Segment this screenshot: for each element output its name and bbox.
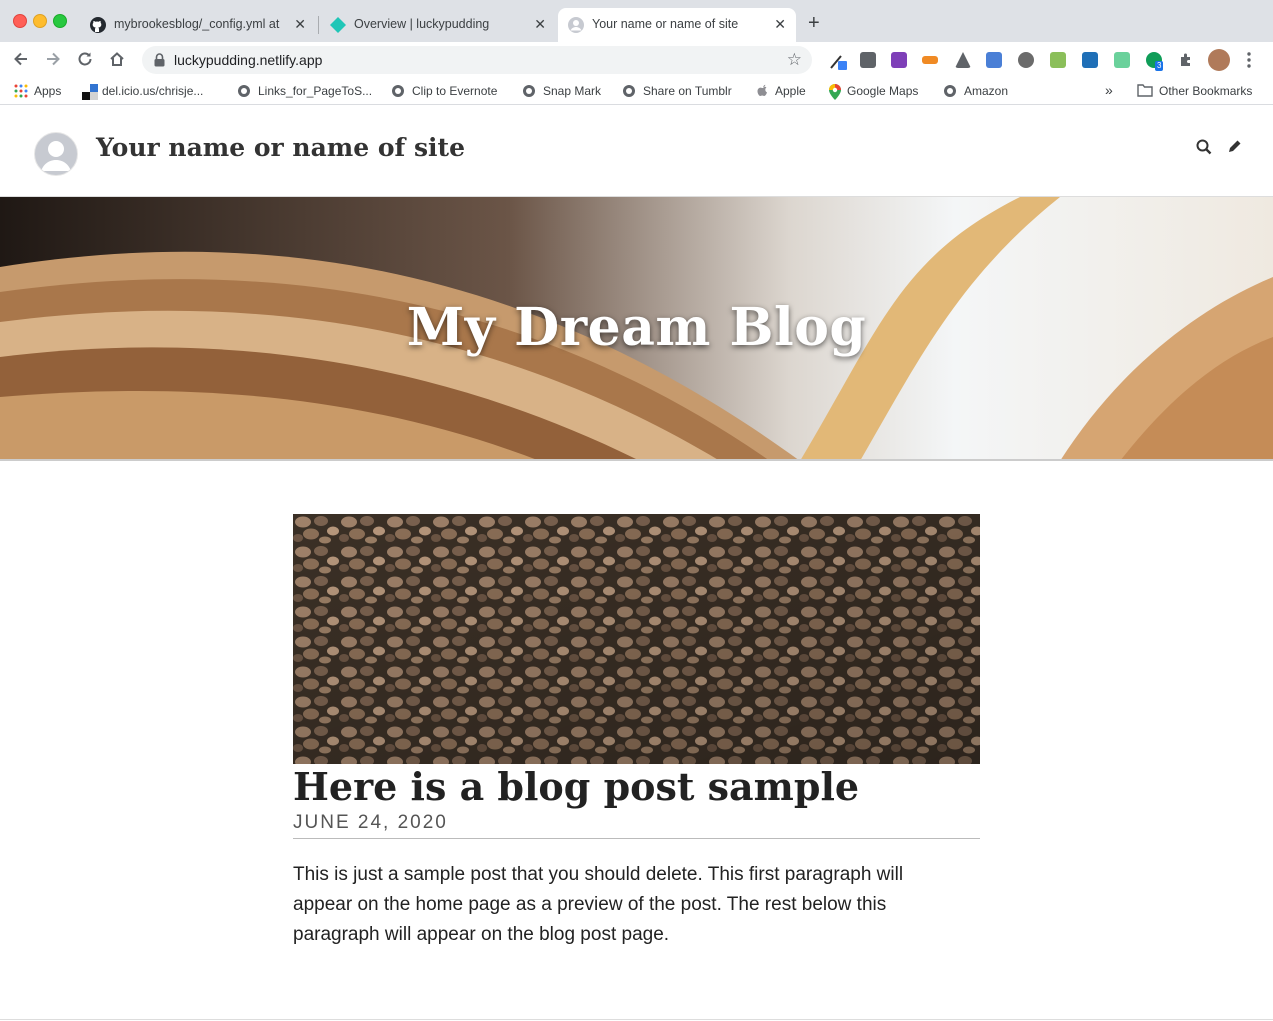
github-icon [90,17,106,36]
search-icon[interactable] [1196,139,1212,160]
tab-github-config[interactable]: mybrookesblog/_config.yml at ✕ [80,8,316,42]
netlify-icon [330,17,346,36]
other-bookmarks-label: Other Bookmarks [1159,84,1253,98]
delicious-icon [82,84,98,100]
forward-icon[interactable] [44,50,62,72]
tab-title: Overview | luckypudding [354,17,490,31]
fullscreen-window-button[interactable] [53,14,67,28]
tab-title: Your name or name of site [592,17,739,31]
apple-icon [757,84,769,98]
bookmark-label: Apps [34,84,62,98]
css-extension-icon[interactable] [1082,52,1098,68]
profile-avatar[interactable] [1208,49,1230,71]
eyedropper-extension-icon[interactable] [829,52,847,70]
bookmark-amazon[interactable]: Amazon [944,84,1008,98]
sheets-extension-icon[interactable] [1050,52,1066,68]
bookmark-label: Links_for_PageToS... [258,84,373,98]
bookmarks-bar: Apps del.icio.us/chrisje... Links_for_Pa… [0,80,1273,105]
tab-your-site[interactable]: Your name or name of site ✕ [558,8,796,42]
address-bar[interactable]: luckypudding.netlify.app ☆ [142,46,812,74]
tab-netlify-overview[interactable]: Overview | luckypudding ✕ [320,8,556,42]
h-extension-icon[interactable] [860,52,876,68]
gear-extension-icon[interactable] [1018,52,1034,68]
tab-strip: mybrookesblog/_config.yml at ✕ Overview … [0,0,1273,42]
puzzle-extensions-icon[interactable] [1178,52,1194,68]
close-tab-icon[interactable]: ✕ [294,17,306,31]
bookmark-links-pagetos[interactable]: Links_for_PageToS... [238,84,372,98]
bookmark-label: del.icio.us/chrisje... [102,84,204,98]
other-bookmarks[interactable]: Other Bookmarks [1137,84,1252,98]
page-divider [0,1019,1273,1020]
post-cover-image[interactable] [293,514,980,764]
apps-grid-icon [14,84,28,98]
bookmark-label: Share on Tumblr [643,84,732,98]
docs-extension-icon[interactable] [986,52,1002,68]
lock-icon[interactable] [154,53,165,72]
close-tab-icon[interactable]: ✕ [534,17,546,31]
close-tab-icon[interactable]: ✕ [774,17,786,31]
site-header: Your name or name of site [0,111,1273,197]
hero-title: My Dream Blog [406,297,867,358]
globe-icon [944,85,956,97]
post-date: June 24, 2020 [293,812,448,833]
avatar-icon [568,17,584,36]
bookmark-apple[interactable]: Apple [757,84,806,98]
back-icon[interactable] [12,50,30,72]
bookmark-label: Apple [775,84,806,98]
bookmark-label: Amazon [964,84,1009,98]
bookmark-label: Clip to Evernote [412,84,498,98]
bookmark-delicious[interactable]: del.icio.us/chrisje... [82,84,204,100]
close-window-button[interactable] [13,14,27,28]
globe-icon [238,85,250,97]
url-text: luckypudding.netlify.app [174,52,323,68]
globe-icon [623,85,635,97]
site-title[interactable]: Your name or name of site [96,133,465,162]
bookmark-apps[interactable]: Apps [14,84,61,98]
bookmarks-overflow-button[interactable]: » [1105,82,1113,98]
folder-icon [1137,84,1153,98]
menu-kebab-icon[interactable] [1246,51,1262,68]
tab-title: mybrookesblog/_config.yml at [114,17,280,31]
bookmark-google-maps[interactable]: Google Maps [829,84,919,100]
globe-icon [523,85,535,97]
google-maps-icon [829,84,841,100]
bookmark-label: Snap Mark [543,84,602,98]
xml-extension-icon[interactable] [922,56,938,64]
grammar-extension-icon[interactable]: 3 [1146,52,1164,71]
edit-pencil-icon[interactable] [1227,139,1242,159]
rp-extension-icon[interactable] [891,52,907,68]
bookmark-label: Google Maps [847,84,919,98]
tab-separator [318,16,319,34]
bookmark-clip-to-evernote[interactable]: Clip to Evernote [392,84,497,98]
bookmark-snap-mark[interactable]: Snap Mark [523,84,601,98]
post-divider [293,838,980,839]
site-avatar[interactable] [34,132,78,176]
pebbles-image [293,514,980,764]
bookmark-star-icon[interactable]: ☆ [787,50,802,70]
post-title[interactable]: Here is a blog post sample [293,764,859,809]
reload-icon[interactable] [76,50,94,72]
minimize-window-button[interactable] [33,14,47,28]
hero-banner: My Dream Blog [0,197,1273,461]
bookmark-share-on-tumblr[interactable]: Share on Tumblr [623,84,732,98]
new-tab-button[interactable]: + [808,13,820,33]
globe-icon [392,85,404,97]
post-excerpt: This is just a sample post that you shou… [293,864,904,945]
extension-badge: 3 [1155,61,1164,71]
d-extension-icon[interactable] [1114,52,1130,68]
home-icon[interactable] [108,50,126,72]
